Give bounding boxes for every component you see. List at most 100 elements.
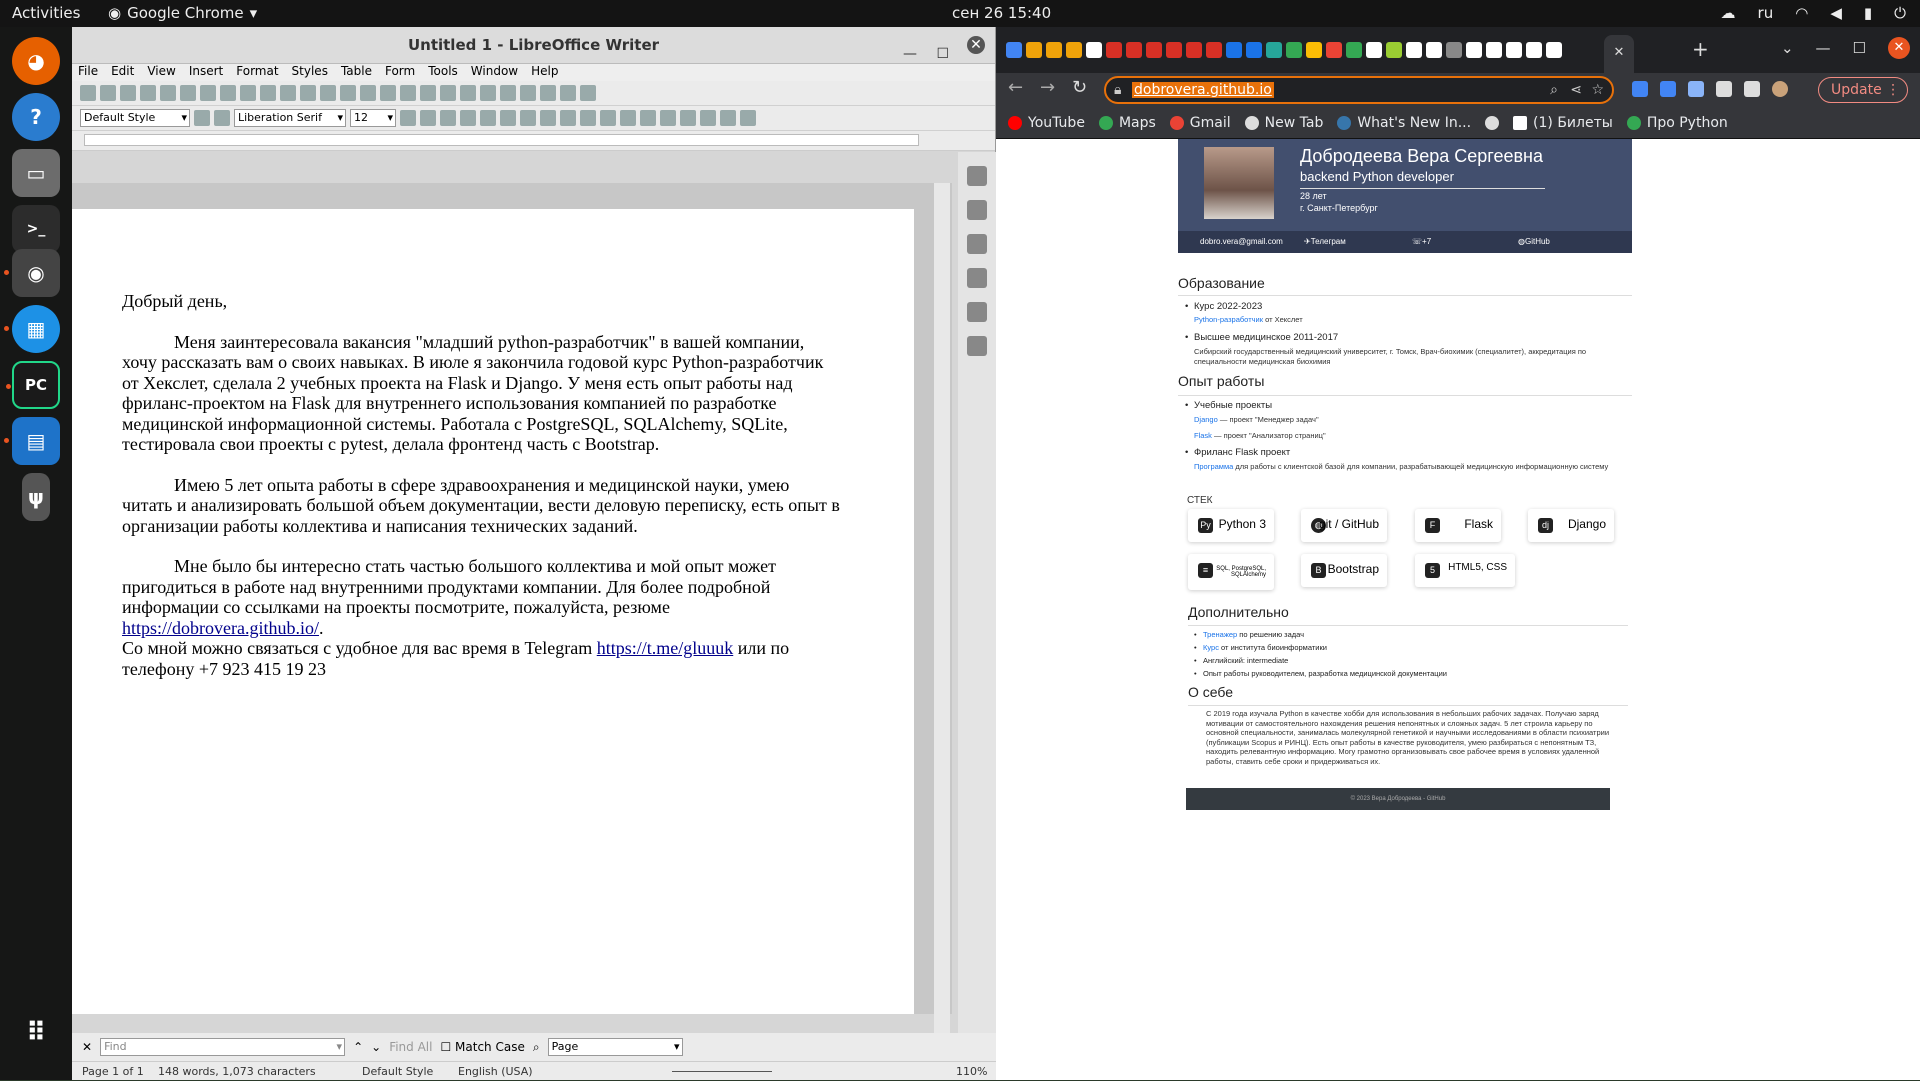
find-next-icon[interactable]: ⌄ [371,1040,381,1054]
bold-icon[interactable] [400,110,416,126]
highlight-icon[interactable] [560,110,576,126]
profile-avatar[interactable] [1772,81,1788,97]
save-icon[interactable] [120,85,136,101]
insert-chart-icon[interactable] [400,85,416,101]
tab-favicon[interactable] [1506,42,1522,58]
page-count[interactable]: Page 1 of 1 [82,1062,144,1081]
firefox-icon[interactable]: ◕ [12,37,60,85]
properties-icon[interactable] [967,200,987,220]
tab-search-icon[interactable]: ⌄ [1781,39,1794,57]
text-language[interactable]: English (USA) [458,1062,533,1081]
tab-favicon[interactable] [1286,42,1302,58]
menu-styles[interactable]: Styles [292,64,328,81]
undo-icon[interactable] [260,85,276,101]
font-size-select[interactable]: 12 [350,109,396,127]
align-center-icon[interactable] [600,110,616,126]
back-icon[interactable]: ← [1008,77,1023,98]
menu-edit[interactable]: Edit [111,64,134,81]
underline-icon[interactable] [440,110,456,126]
docker-icon[interactable]: ▦ [4,305,60,353]
forward-icon[interactable]: → [1040,77,1055,98]
bookmark-tickets[interactable]: (1) Билеты [1513,115,1613,131]
paragraph-style-select[interactable]: Default Style [80,109,190,127]
find-previous-icon[interactable]: ⌃ [353,1040,363,1054]
gallery-icon[interactable] [967,302,987,322]
bookmark-youtube[interactable]: YouTube [1008,115,1085,131]
url-text[interactable]: dobrovera.github.io [1132,82,1274,98]
tab-favicon[interactable] [1346,42,1362,58]
share-icon[interactable]: ⋖ [1570,82,1582,98]
spelling-icon[interactable] [320,85,336,101]
font-color-icon[interactable] [540,110,556,126]
chrome-dock-icon[interactable]: ◉ [4,249,60,297]
tab-favicon[interactable] [1546,42,1562,58]
print-preview-icon[interactable] [180,85,196,101]
tab-favicon[interactable] [1086,42,1102,58]
tab-favicon[interactable] [1066,42,1082,58]
minimize-button[interactable]: — [903,36,917,73]
minimize-button[interactable]: — [1816,39,1831,57]
tab-favicon[interactable] [1386,42,1402,58]
cut-icon[interactable] [200,85,216,101]
writer-icon[interactable]: ▤ [4,417,60,465]
horizontal-ruler[interactable] [72,131,995,151]
system-tray[interactable]: ☁ ru ◠ ◀ ▮ ⏻ [1721,4,1906,22]
reload-icon[interactable]: ↻ [1072,77,1087,98]
document-area[interactable]: Добрый день, Меня заинтересовала ваканси… [72,183,952,1014]
close-button[interactable]: ✕ [967,36,985,54]
line-spacing-icon[interactable] [740,110,756,126]
word-count[interactable]: 148 words, 1,073 characters [158,1062,316,1081]
numbering-icon[interactable] [680,110,696,126]
tab-favicon[interactable] [1486,42,1502,58]
superscript-icon[interactable] [480,110,496,126]
lock-icon[interactable]: 🔒︎ [1114,82,1121,98]
tab-favicon[interactable] [1226,42,1242,58]
search-icon[interactable]: ⌕ [1550,82,1558,98]
line-icon[interactable] [580,85,596,101]
side-panel-icon[interactable] [1744,81,1760,97]
new-tab-icon[interactable]: + [1692,37,1709,61]
freelance-program-link[interactable]: Программа [1194,462,1233,471]
tab-favicon[interactable] [1306,42,1322,58]
outdent-icon[interactable] [720,110,736,126]
new-style-icon[interactable] [214,110,230,126]
pinned-tabs[interactable] [1006,42,1562,58]
zoom-slider[interactable] [672,1071,772,1072]
bullets-icon[interactable] [660,110,676,126]
tab-favicon[interactable] [1026,42,1042,58]
bookmark-whats-new[interactable]: What's New In... [1337,115,1471,131]
show-apps-icon[interactable]: ⠿ [12,1009,60,1057]
update-button[interactable]: Update ⋮ [1818,77,1908,103]
bookmark-new-tab[interactable]: New Tab [1244,115,1323,131]
bookmark-pro-python[interactable]: Про Python [1626,115,1728,131]
comment-icon[interactable] [540,85,556,101]
tab-favicon[interactable] [1526,42,1542,58]
telegram-link[interactable]: https://t.me/gluuuk [597,638,734,658]
bookmark-maps[interactable]: Maps [1098,115,1156,131]
page-style[interactable]: Default Style [362,1062,433,1081]
menu-form[interactable]: Form [385,64,415,81]
print-icon[interactable] [160,85,176,101]
zoom-level[interactable]: 110% [956,1062,987,1081]
tab-favicon[interactable] [1426,42,1442,58]
menu-insert[interactable]: Insert [189,64,223,81]
extensions-puzzle-icon[interactable] [1716,81,1732,97]
omnibox[interactable]: 🔒︎ dobrovera.github.io ⌕ ⋖ ☆ [1104,76,1614,104]
tab-favicon[interactable] [1326,42,1342,58]
redo-icon[interactable] [280,85,296,101]
flask-project-link[interactable]: Flask [1194,431,1212,440]
special-character-icon[interactable] [480,85,496,101]
tab-favicon[interactable] [1246,42,1262,58]
menu-tools[interactable]: Tools [428,64,458,81]
align-left-icon[interactable] [580,110,596,126]
insert-field-icon[interactable] [460,85,476,101]
active-tab-close-icon[interactable]: ✕ [1604,35,1634,73]
telegram-link[interactable]: ✈ Телеграм [1304,231,1346,253]
open-icon[interactable] [100,85,116,101]
maximize-button[interactable]: ☐ [936,36,949,73]
insert-textbox-icon[interactable] [420,85,436,101]
tab-favicon[interactable] [1206,42,1222,58]
django-project-link[interactable]: Django [1194,415,1218,424]
menu-file[interactable]: File [78,64,98,81]
tab-favicon[interactable] [1266,42,1282,58]
